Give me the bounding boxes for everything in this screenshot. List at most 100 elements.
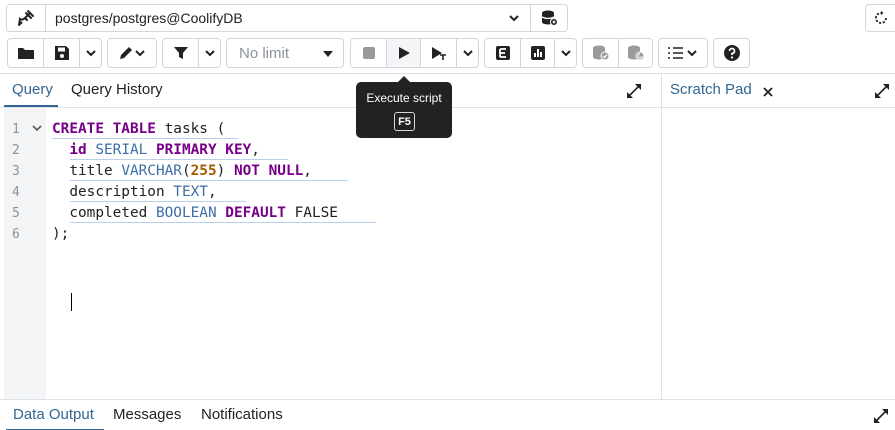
code-token: 255 [190, 163, 217, 179]
selection-underline [70, 159, 288, 160]
selection-underline [52, 138, 238, 139]
commit-icon [592, 45, 609, 61]
tooltip-shortcut: F5 [394, 112, 415, 131]
code-line: description TEXT, [52, 182, 217, 202]
selection-underline [70, 222, 376, 223]
selection-underline [70, 180, 348, 181]
code-token: , [207, 184, 217, 200]
scratch-pad-editor[interactable] [662, 108, 895, 400]
explain-analyze-icon [495, 46, 510, 60]
scratch-pad-panel: Scratch Pad [661, 73, 895, 399]
code-token: title [52, 163, 122, 179]
chart-icon [530, 46, 545, 60]
code-token: tasks ( [155, 121, 226, 137]
save-icon [54, 46, 69, 60]
code-line: ); [52, 224, 69, 244]
line-number: 3 [12, 164, 20, 179]
chart-options-dropdown[interactable] [555, 38, 577, 68]
query-panel: Query Query History 1 2 3 4 5 6 CREATE T… [0, 73, 661, 400]
folder-icon [17, 48, 34, 59]
code-token: FALSE [285, 205, 338, 221]
line-number: 4 [12, 185, 20, 200]
stop-button[interactable] [350, 38, 387, 68]
macros-button[interactable] [658, 38, 708, 68]
code-token: VARCHAR [121, 163, 182, 179]
tab-query-history[interactable]: Query History [71, 81, 163, 98]
code-token: TEXT [173, 184, 208, 200]
code-token: id [69, 142, 87, 158]
rollback-button[interactable] [619, 38, 653, 68]
limit-select[interactable]: No limit [226, 38, 344, 68]
open-file-button[interactable] [7, 38, 44, 68]
code-token: , [303, 163, 312, 179]
commit-button[interactable] [582, 38, 619, 68]
output-tab-strip: Data Output Messages Notifications [0, 399, 895, 430]
help-button[interactable] [713, 38, 750, 68]
refresh-icon[interactable] [865, 4, 895, 32]
code-token: CREATE TABLE [52, 121, 156, 137]
selection-underline [70, 201, 246, 202]
filter-dropdown[interactable] [199, 38, 221, 68]
execute-button[interactable] [387, 38, 421, 68]
connection-select[interactable]: postgres/postgres@CoolifyDB [45, 4, 531, 32]
limit-label: No limit [239, 45, 290, 62]
code-token: ); [52, 226, 70, 242]
scratch-tab-strip: Scratch Pad [662, 74, 895, 108]
editor-gutter [4, 108, 46, 400]
stop-icon [362, 47, 375, 59]
expand-icon[interactable] [626, 83, 642, 99]
execute-icon [398, 47, 410, 59]
expand-icon[interactable] [874, 83, 890, 99]
chevron-down-icon [85, 50, 96, 57]
line-number: 5 [12, 206, 20, 221]
tab-messages[interactable]: Messages [113, 406, 181, 423]
explain-plan-button[interactable] [484, 38, 521, 68]
expand-icon[interactable] [873, 408, 889, 424]
query-tab-strip: Query Query History [0, 74, 661, 108]
edit-button[interactable] [107, 38, 157, 68]
line-number: 2 [12, 143, 20, 158]
code-token: ) [216, 163, 234, 179]
caret-down-icon [323, 51, 333, 57]
connection-label: postgres/postgres@CoolifyDB [55, 10, 243, 26]
filter-button[interactable] [162, 38, 199, 68]
chart-button[interactable] [521, 38, 555, 68]
chevron-down-icon [560, 50, 571, 57]
tab-query[interactable]: Query [12, 81, 53, 98]
line-number: 1 [12, 122, 20, 137]
explain-icon [431, 47, 446, 60]
code-token: NOT NULL [233, 163, 304, 179]
code-token: SERIAL [95, 142, 148, 158]
execute-tooltip: Execute script F5 [356, 76, 452, 138]
fold-chevron-icon[interactable] [32, 123, 42, 133]
close-icon[interactable] [762, 86, 774, 98]
code-line: CREATE TABLE tasks ( [52, 119, 225, 139]
database-icon[interactable] [530, 4, 568, 32]
connection-bar: postgres/postgres@CoolifyDB [0, 0, 895, 36]
save-options-dropdown[interactable] [80, 38, 102, 68]
chevron-down-icon [509, 15, 519, 22]
code-line: title VARCHAR(255) NOT NULL, [52, 161, 312, 181]
plug-icon[interactable] [6, 4, 46, 32]
help-icon [723, 45, 740, 61]
code-token: DEFAULT [225, 205, 286, 221]
chevron-down-icon [462, 50, 473, 57]
code-token: completed [52, 205, 156, 221]
code-token: , [251, 142, 260, 158]
filter-icon [173, 47, 188, 59]
explain-button[interactable] [421, 38, 457, 68]
execute-options-dropdown[interactable] [457, 38, 479, 68]
tab-data-output[interactable]: Data Output [13, 406, 94, 423]
tab-notifications[interactable]: Notifications [201, 406, 283, 423]
tooltip-text: Execute script [366, 91, 442, 105]
line-number: 6 [12, 227, 20, 242]
save-button[interactable] [44, 38, 80, 68]
macros-icon [668, 47, 697, 59]
code-line: id SERIAL PRIMARY KEY, [52, 140, 260, 160]
tab-scratch-pad[interactable]: Scratch Pad [670, 81, 752, 98]
code-line: completed BOOLEAN DEFAULT FALSE [52, 203, 338, 223]
code-token: ( [181, 163, 191, 179]
